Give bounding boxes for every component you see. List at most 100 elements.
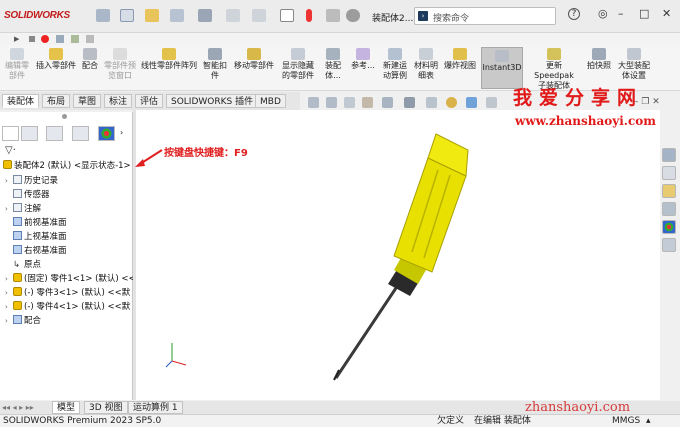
home-icon[interactable]	[96, 9, 110, 22]
feature-tree-tab-icon[interactable]	[2, 126, 19, 141]
save-icon[interactable]	[170, 9, 184, 22]
tab-addins[interactable]: SOLIDWORKS 插件	[166, 94, 259, 108]
hide-show-icon[interactable]	[426, 97, 437, 108]
edit-component-button[interactable]: 编辑零 部件	[2, 48, 32, 81]
scene-icon[interactable]	[466, 97, 477, 108]
dimxpert-tab-icon[interactable]	[72, 126, 89, 141]
display-manager-tab-icon[interactable]	[98, 126, 115, 141]
status-units-arrow-icon[interactable]: ▴	[646, 415, 651, 427]
tab-mbd[interactable]: MBD	[255, 94, 286, 108]
move-component-icon	[247, 48, 261, 60]
view-orientation-icon[interactable]	[382, 97, 393, 108]
title-bar: SOLIDWORKS 装配体2.... › 搜索命令 ? ◎ – □ ✕	[0, 0, 680, 33]
appearances-icon[interactable]	[662, 220, 676, 234]
tree-item-top-plane[interactable]: 上视基准面	[5, 231, 67, 243]
origin-icon: ↳	[13, 260, 21, 270]
tree-item-front-plane[interactable]: 前视基准面	[5, 217, 67, 229]
instant3d-icon	[495, 50, 509, 62]
traffic-light-icon[interactable]	[306, 9, 312, 22]
component-preview-button[interactable]: 零部件预 览窗口	[102, 48, 138, 81]
tab-markup[interactable]: 标注	[104, 94, 133, 108]
take-snapshot-button[interactable]: 拍快照	[585, 48, 613, 71]
filter-icon[interactable]: ▽·	[5, 145, 16, 156]
assembly-features-icon	[326, 48, 340, 60]
tree-item-right-plane[interactable]: 右视基准面	[5, 245, 67, 257]
undo-icon[interactable]	[226, 9, 240, 22]
large-assembly-settings-button[interactable]: 大型装配 体设置	[615, 48, 653, 81]
zoom-to-fit-icon[interactable]	[308, 97, 319, 108]
linear-pattern-button[interactable]: 线性零部件阵列	[140, 48, 198, 71]
file-explorer-icon[interactable]	[662, 184, 676, 198]
tree-item-part3[interactable]: › (-) 零件3<1> (默认) <<默	[5, 287, 130, 299]
reference-geometry-icon	[356, 48, 370, 60]
help-icon[interactable]: ?	[568, 8, 580, 20]
tree-item-mates[interactable]: › 配合	[5, 315, 41, 327]
play-icon[interactable]: ▶	[14, 35, 19, 43]
tab-3d-view[interactable]: 3D 视图	[84, 401, 128, 414]
smart-fasteners-button[interactable]: 智能扣件	[200, 48, 230, 81]
stop-icon[interactable]	[29, 36, 35, 42]
tab-scroll-arrows[interactable]: ◂◂ ◂ ▸ ▸▸	[2, 403, 34, 412]
tab-motion-study[interactable]: 运动算例 1	[128, 401, 183, 414]
tree-item-part4[interactable]: › (-) 零件4<1> (默认) <<默	[5, 301, 130, 313]
tree-root-assembly[interactable]: 装配体2 (默认) <显示状态-1>	[3, 160, 131, 172]
view-settings-icon[interactable]	[486, 97, 497, 108]
user-icon[interactable]: ◎	[598, 7, 608, 20]
file-properties-icon[interactable]	[326, 9, 340, 22]
panel-drag-handle[interactable]	[62, 114, 67, 119]
new-file-icon[interactable]	[120, 9, 134, 22]
minimize-icon[interactable]: –	[618, 7, 624, 20]
panel-expand-icon[interactable]: ›	[120, 128, 123, 137]
options-gear-icon[interactable]	[346, 9, 360, 22]
search-commands-field[interactable]: › 搜索命令	[414, 7, 556, 25]
assembly-features-button[interactable]: 装配体...	[318, 48, 348, 81]
exploded-view-icon	[453, 48, 467, 60]
reference-geometry-button[interactable]: 参考...	[348, 48, 378, 71]
tab-evaluate[interactable]: 评估	[135, 94, 164, 108]
tab-model[interactable]: 模型	[52, 401, 81, 414]
plane-icon	[13, 245, 22, 254]
status-units[interactable]: MMGS	[612, 415, 640, 427]
tree-item-history[interactable]: › 历史记录	[5, 175, 58, 187]
tree-item-part1[interactable]: › (固定) 零件1<1> (默认) <<	[5, 273, 136, 285]
mate-button[interactable]: 配合	[78, 48, 102, 71]
assembly-icon	[3, 160, 12, 169]
redo-icon[interactable]	[252, 9, 266, 22]
view-palette-icon[interactable]	[662, 202, 676, 216]
record-icon[interactable]	[41, 35, 49, 43]
configuration-manager-tab-icon[interactable]	[46, 126, 63, 141]
zoom-area-icon[interactable]	[326, 97, 337, 108]
tab-assembly[interactable]: 装配体	[2, 94, 40, 108]
bill-of-materials-button[interactable]: 材料明 细表	[412, 48, 440, 81]
section-view-icon[interactable]	[362, 97, 373, 108]
annotation-icon	[13, 203, 22, 212]
resources-icon[interactable]	[662, 148, 676, 162]
previous-view-icon[interactable]	[344, 97, 355, 108]
appearance-icon[interactable]	[446, 97, 457, 108]
design-library-icon[interactable]	[662, 166, 676, 180]
tree-item-annotations[interactable]: › 注解	[5, 203, 41, 215]
insert-component-button[interactable]: 插入零部件	[34, 48, 78, 71]
show-hidden-button[interactable]: 显示隐藏 的零部件	[278, 48, 318, 81]
tab-sketch[interactable]: 草图	[73, 94, 102, 108]
display-style-icon[interactable]	[404, 97, 415, 108]
macro-icon[interactable]	[56, 35, 64, 43]
open-file-icon[interactable]	[145, 9, 159, 22]
new-motion-study-button[interactable]: 新建运 动算例	[380, 48, 410, 81]
maximize-icon[interactable]: □	[639, 7, 649, 20]
panel-tabs: ›	[2, 126, 130, 141]
custom-macro-icon[interactable]	[86, 35, 94, 43]
close-icon[interactable]: ✕	[662, 7, 671, 20]
tree-item-sensors[interactable]: 传感器	[5, 189, 50, 201]
select-cursor-icon[interactable]	[280, 9, 294, 22]
tab-layout[interactable]: 布局	[42, 94, 71, 108]
tree-item-origin[interactable]: ↳ 原点	[5, 259, 41, 271]
property-manager-tab-icon[interactable]	[21, 126, 38, 141]
custom-properties-icon[interactable]	[662, 238, 676, 252]
move-component-button[interactable]: 移动零部件	[232, 48, 276, 71]
edit-macro-icon[interactable]	[71, 35, 79, 43]
exploded-view-button[interactable]: 爆炸视图	[442, 48, 478, 71]
update-speedpak-icon	[547, 48, 561, 60]
print-icon[interactable]	[198, 9, 212, 22]
solidworks-logo: SOLIDWORKS	[4, 10, 70, 21]
